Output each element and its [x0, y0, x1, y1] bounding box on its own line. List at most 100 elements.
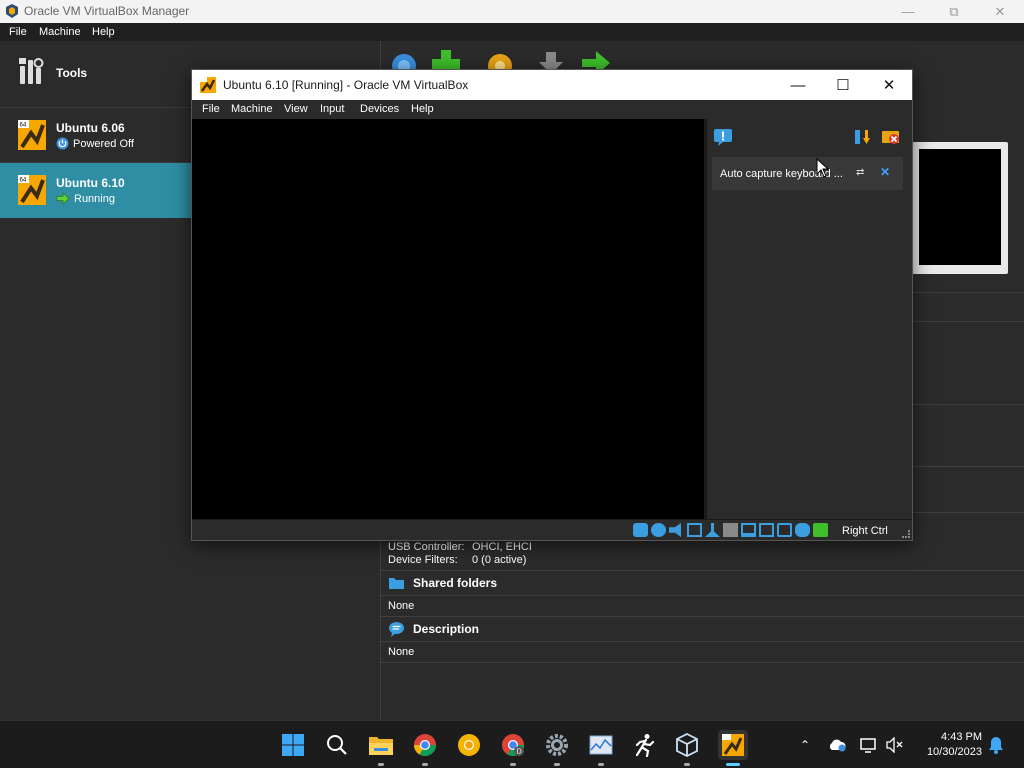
taskbar-chrome-canary[interactable] — [454, 730, 484, 760]
manager-titlebar[interactable]: Oracle VM VirtualBox Manager — ⧉ ✕ — [0, 0, 1024, 23]
windows-taskbar: D ⌃ 4:43 PM 10/30/2023 — [0, 720, 1024, 768]
virtualbox-app-icon — [6, 4, 18, 18]
vm-runtime-window: Ubuntu 6.10 [Running] - Oracle VM Virtua… — [191, 69, 913, 541]
chrome-canary-icon — [458, 734, 480, 756]
manager-minimize-button[interactable]: — — [885, 0, 931, 23]
vm-maximize-button[interactable]: ☐ — [820, 70, 866, 100]
keyboard-capture-icon[interactable] — [813, 523, 828, 537]
power-icon — [56, 137, 69, 150]
recording-icon[interactable] — [759, 523, 774, 537]
details-divider — [912, 321, 1024, 322]
details-divider — [912, 292, 1024, 293]
manager-title: Oracle VM VirtualBox Manager — [24, 4, 190, 18]
running-indicator — [422, 763, 428, 766]
vm-item-ubuntu-610[interactable]: 64 Ubuntu 6.10 Running — [0, 163, 192, 218]
running-indicator — [684, 763, 690, 766]
vm-name: Ubuntu 6.06 — [56, 121, 125, 135]
vt-x-icon[interactable] — [777, 523, 792, 537]
usb-controller-row: USB Controller: OHCI, EHCI — [388, 541, 532, 553]
taskbar-settings[interactable] — [542, 730, 572, 766]
menu-machine[interactable]: Machine — [39, 26, 81, 38]
ubuntu-64-os-icon: 64 — [18, 120, 46, 150]
toggle-details-icon[interactable]: ⇄ — [856, 167, 864, 178]
taskbar-chrome-dev[interactable]: D — [498, 730, 528, 766]
onedrive-cloud-icon[interactable] — [828, 736, 846, 754]
vm-status-bar: Right Ctrl — [192, 519, 912, 540]
sort-order-icon[interactable] — [852, 128, 872, 146]
vm-titlebar[interactable]: Ubuntu 6.10 [Running] - Oracle VM Virtua… — [192, 70, 912, 100]
running-indicator — [378, 763, 384, 766]
vm-menu-view[interactable]: View — [284, 103, 308, 115]
chrome-dev-icon: D — [502, 734, 524, 756]
notification-bell-icon[interactable] — [987, 736, 1005, 754]
notification-center: Auto capture keyboard ... ⇄ ✕ — [705, 119, 912, 519]
display-icon[interactable] — [741, 523, 756, 537]
running-indicator — [510, 763, 516, 766]
volume-muted-icon[interactable] — [886, 736, 904, 754]
taskbar-task-manager[interactable] — [586, 730, 616, 766]
manager-restore-button[interactable]: ⧉ — [931, 0, 977, 23]
menu-help[interactable]: Help — [92, 26, 115, 38]
description-value: None — [388, 646, 415, 658]
vm-minimize-button[interactable]: — — [775, 70, 821, 100]
network-display-icon[interactable] — [860, 736, 878, 754]
details-divider — [912, 404, 1024, 405]
usb-icon[interactable] — [705, 523, 720, 537]
resize-grip[interactable] — [902, 530, 910, 538]
running-person-icon — [635, 734, 655, 757]
dismiss-all-icon[interactable] — [881, 128, 901, 146]
start-button[interactable] — [278, 730, 308, 760]
details-divider — [381, 641, 1024, 642]
notification-center-icon[interactable] — [713, 128, 733, 146]
vm-menubar: File Machine View Input Devices Help — [192, 100, 912, 119]
taskbar-file-explorer[interactable] — [366, 730, 396, 766]
details-divider — [912, 512, 1024, 513]
manager-close-button[interactable]: ✕ — [977, 0, 1023, 23]
svg-text:D: D — [517, 749, 522, 756]
system-clock[interactable]: 4:43 PM 10/30/2023 — [916, 730, 982, 760]
description-header[interactable]: Description — [388, 621, 479, 637]
mouse-cursor-icon — [816, 158, 830, 178]
windows-logo-icon — [282, 734, 304, 756]
optical-drive-icon[interactable] — [651, 523, 666, 537]
virtualbox-cube-icon — [676, 733, 698, 757]
folder-icon — [389, 578, 404, 589]
svg-text:64: 64 — [20, 178, 27, 184]
details-divider — [912, 466, 1024, 467]
notification-card[interactable]: Auto capture keyboard ... ⇄ ✕ — [712, 157, 903, 190]
taskbar-runner-app[interactable] — [630, 730, 660, 760]
menu-file[interactable]: File — [9, 26, 27, 38]
vm-item-ubuntu-606[interactable]: 64 Ubuntu 6.06 Powered Off — [0, 108, 192, 163]
svg-text:64: 64 — [20, 123, 27, 129]
vm-preview-thumbnail — [912, 142, 1008, 274]
vm-menu-file[interactable]: File — [202, 103, 220, 115]
close-notification-icon[interactable]: ✕ — [880, 165, 890, 179]
taskbar-ubuntu-vm[interactable] — [718, 730, 748, 766]
host-key-label[interactable]: Right Ctrl — [842, 525, 888, 537]
network-icon[interactable] — [687, 523, 702, 537]
search-button[interactable] — [322, 730, 352, 760]
running-indicator — [554, 763, 560, 766]
audio-icon[interactable] — [669, 523, 681, 537]
vm-close-button[interactable]: ✕ — [866, 70, 912, 100]
vm-menu-devices[interactable]: Devices — [360, 103, 399, 115]
taskbar-chrome[interactable] — [410, 730, 440, 766]
status-indicators — [633, 523, 828, 537]
shared-folder-icon[interactable] — [723, 523, 738, 537]
description-title: Description — [413, 622, 480, 636]
search-icon — [327, 735, 347, 755]
guest-display[interactable] — [192, 119, 704, 519]
vm-state: Running — [56, 192, 115, 205]
tools-icon — [19, 58, 44, 84]
vm-state: Powered Off — [56, 137, 134, 150]
vm-menu-help[interactable]: Help — [411, 103, 434, 115]
mouse-integration-icon[interactable] — [795, 523, 810, 537]
hard-disk-icon[interactable] — [633, 523, 648, 537]
vm-menu-machine[interactable]: Machine — [231, 103, 273, 115]
vm-menu-input[interactable]: Input — [320, 103, 344, 115]
taskbar-virtualbox-manager[interactable] — [672, 730, 702, 766]
shared-folders-header[interactable]: Shared folders — [388, 575, 497, 590]
ubuntu-vm-icon — [722, 734, 744, 756]
tools-item[interactable]: Tools — [0, 53, 192, 93]
show-hidden-icons-chevron-icon[interactable]: ⌃ — [796, 736, 814, 754]
